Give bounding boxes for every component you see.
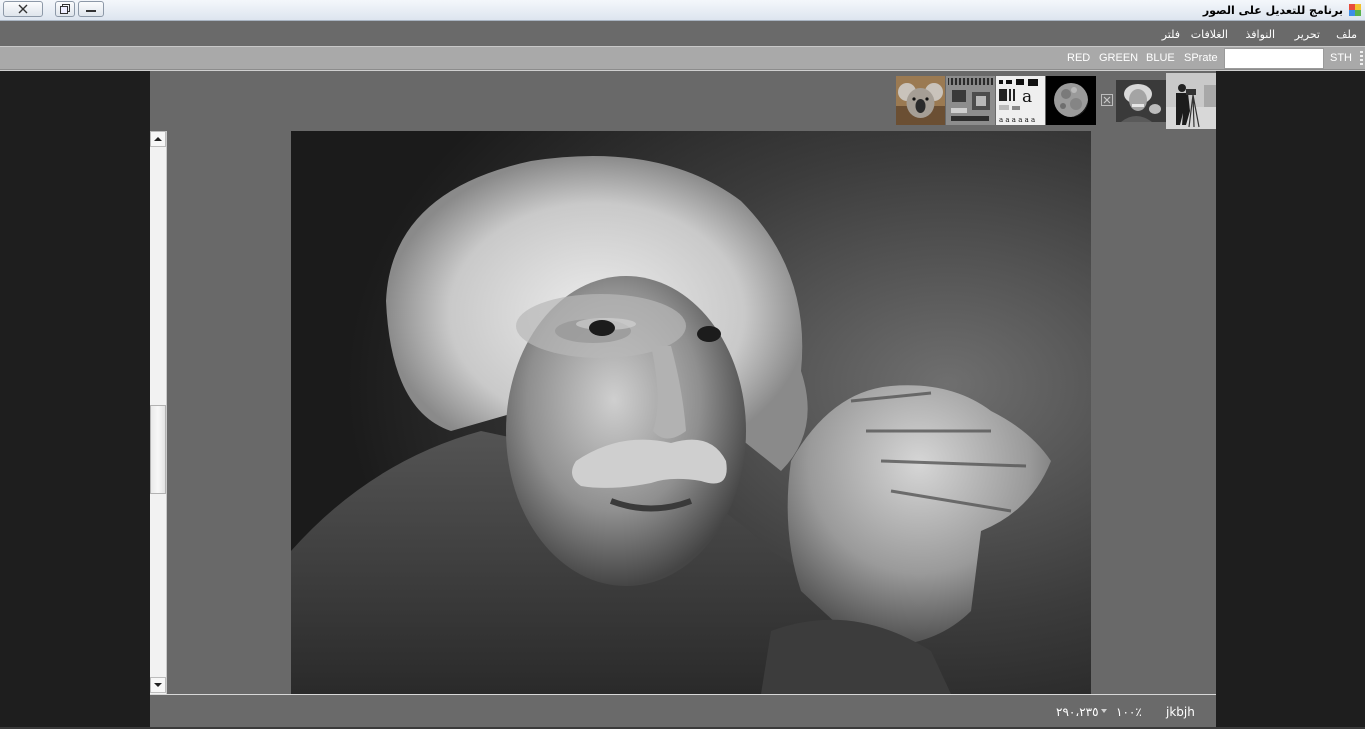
zoom-readout: ١٠٠٪	[1116, 705, 1142, 719]
value-input[interactable]	[1224, 48, 1324, 69]
title-bar: برنامج للتعديل على الصور	[0, 0, 1365, 21]
window-title: برنامج للتعديل على الصور	[1202, 4, 1343, 17]
scroll-down-button[interactable]	[150, 677, 166, 693]
scroll-up-button[interactable]	[150, 131, 166, 147]
blue-button[interactable]: BLUE	[1146, 52, 1175, 64]
thumbnail-einstein[interactable]	[1116, 80, 1166, 122]
arrow-down-icon	[154, 683, 162, 687]
green-button[interactable]: GREEN	[1099, 52, 1138, 64]
coords-readout: ٢٩٠،٢٣٥	[1056, 705, 1099, 719]
vertical-scrollbar[interactable]	[150, 131, 167, 694]
minimize-icon	[86, 10, 96, 12]
menu-edit[interactable]: تحرير	[1295, 28, 1320, 41]
thumbnail-cameraman[interactable]	[1166, 73, 1216, 129]
photo-left-eye	[589, 320, 615, 336]
red-button[interactable]: RED	[1067, 52, 1090, 64]
einstein-thumbnail-image	[1116, 80, 1166, 122]
thumbnail-circuit-board[interactable]	[946, 76, 995, 125]
menu-covers[interactable]: الغلافات	[1191, 28, 1228, 41]
scroll-thumb[interactable]	[150, 405, 166, 494]
restore-button[interactable]	[55, 1, 75, 17]
svg-text:a a a a a a: a a a a a a	[999, 116, 1035, 124]
dropdown-arrow-icon[interactable]	[1101, 709, 1107, 713]
main-image-canvas[interactable]	[291, 131, 1091, 694]
sth-button[interactable]: STH	[1330, 52, 1352, 64]
toolbar: RED GREEN BLUE SPrate STH	[0, 46, 1365, 70]
status-bar: ٢٩٠،٢٣٥ ١٠٠٪ jkbjh	[150, 695, 1216, 727]
circuit-board-thumbnail-image	[946, 76, 995, 125]
close-button[interactable]	[3, 1, 43, 17]
menu-filter[interactable]: فلتر	[1162, 28, 1180, 41]
tab-close-button[interactable]	[1101, 94, 1113, 106]
restore-icon	[60, 4, 70, 14]
toolbar-grip[interactable]	[1360, 51, 1363, 66]
sprate-button[interactable]: SPrate	[1184, 52, 1218, 64]
moon-thumbnail-image	[1046, 76, 1096, 125]
thumbnail-text-pattern[interactable]: a a a a a a a	[996, 76, 1045, 125]
thumbnail-moon[interactable]	[1046, 76, 1096, 125]
menu-windows[interactable]: النوافذ	[1246, 28, 1276, 41]
koala-thumbnail-image	[896, 76, 945, 125]
close-small-icon	[1103, 96, 1111, 104]
status-label: jkbjh	[1166, 705, 1195, 719]
app-palette-icon	[1349, 4, 1361, 16]
thumbnail-koala[interactable]	[896, 76, 945, 125]
cameraman-thumbnail-image	[1166, 73, 1216, 129]
photo-right-eye	[697, 326, 721, 342]
svg-text:a: a	[1022, 87, 1032, 107]
minimize-button[interactable]	[78, 1, 104, 17]
text-pattern-thumbnail-image: a a a a a a a	[996, 76, 1045, 125]
arrow-up-icon	[154, 137, 162, 141]
menu-file[interactable]: ملف	[1336, 28, 1357, 41]
close-icon	[18, 4, 28, 14]
menu-bar: ملف تحرير النوافذ الغلافات فلتر	[0, 21, 1365, 46]
